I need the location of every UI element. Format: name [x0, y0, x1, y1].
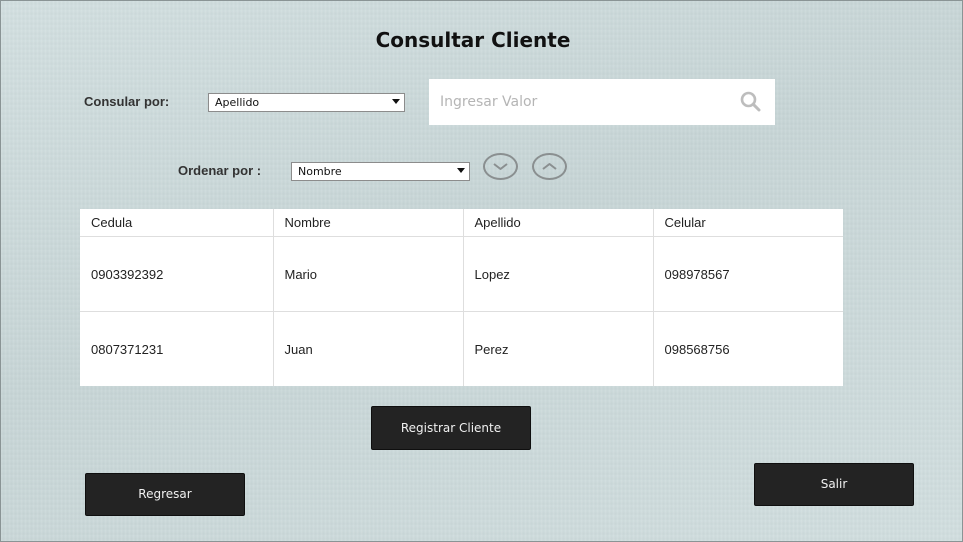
- consultar-por-select[interactable]: Apellido: [208, 93, 405, 112]
- column-header-cedula[interactable]: Cedula: [80, 209, 274, 237]
- chevron-up-icon: [542, 163, 557, 170]
- chevron-down-icon: [493, 163, 508, 170]
- consultar-por-value: Apellido: [215, 96, 260, 109]
- cell-nombre: Mario: [273, 236, 464, 312]
- clientes-table: Cedula Nombre Apellido Celular 090339239…: [80, 209, 843, 386]
- ordenar-por-label: Ordenar por :: [178, 163, 262, 178]
- column-header-celular[interactable]: Celular: [653, 209, 843, 237]
- search-box[interactable]: [429, 79, 775, 125]
- sort-ascending-button[interactable]: [532, 153, 567, 180]
- registrar-cliente-button[interactable]: Registrar Cliente: [371, 406, 531, 450]
- cell-apellido: Perez: [463, 311, 654, 386]
- search-icon[interactable]: [740, 91, 761, 112]
- column-header-nombre[interactable]: Nombre: [273, 209, 464, 237]
- regresar-button[interactable]: Regresar: [85, 473, 245, 516]
- cell-cedula: 0807371231: [80, 311, 274, 386]
- column-header-apellido[interactable]: Apellido: [463, 209, 654, 237]
- cell-celular: 098568756: [664, 341, 730, 357]
- salir-button[interactable]: Salir: [754, 463, 914, 506]
- page-title: Consultar Cliente: [375, 28, 571, 52]
- consultar-cliente-window: Consultar Cliente Consular por: Apellido…: [0, 0, 963, 542]
- dropdown-arrow-icon: [392, 99, 400, 104]
- dropdown-arrow-icon: [457, 168, 465, 173]
- sort-descending-button[interactable]: [483, 153, 518, 180]
- cell-nombre: Juan: [273, 311, 464, 386]
- cell-apellido: Lopez: [463, 236, 654, 312]
- cell-cedula: 0903392392: [80, 236, 274, 312]
- cell-celular: 098978567: [653, 236, 843, 312]
- table-header-row: Cedula Nombre Apellido Celular: [80, 209, 843, 237]
- table-row[interactable]: 0903392392 Mario Lopez 098978567: [80, 236, 843, 312]
- search-input[interactable]: [440, 92, 730, 112]
- ordenar-por-value: Nombre: [298, 165, 342, 178]
- table-row[interactable]: 0807371231 Juan Perez 098568756: [80, 311, 843, 386]
- consultar-por-label: Consular por:: [84, 94, 170, 109]
- ordenar-por-select[interactable]: Nombre: [291, 162, 470, 181]
